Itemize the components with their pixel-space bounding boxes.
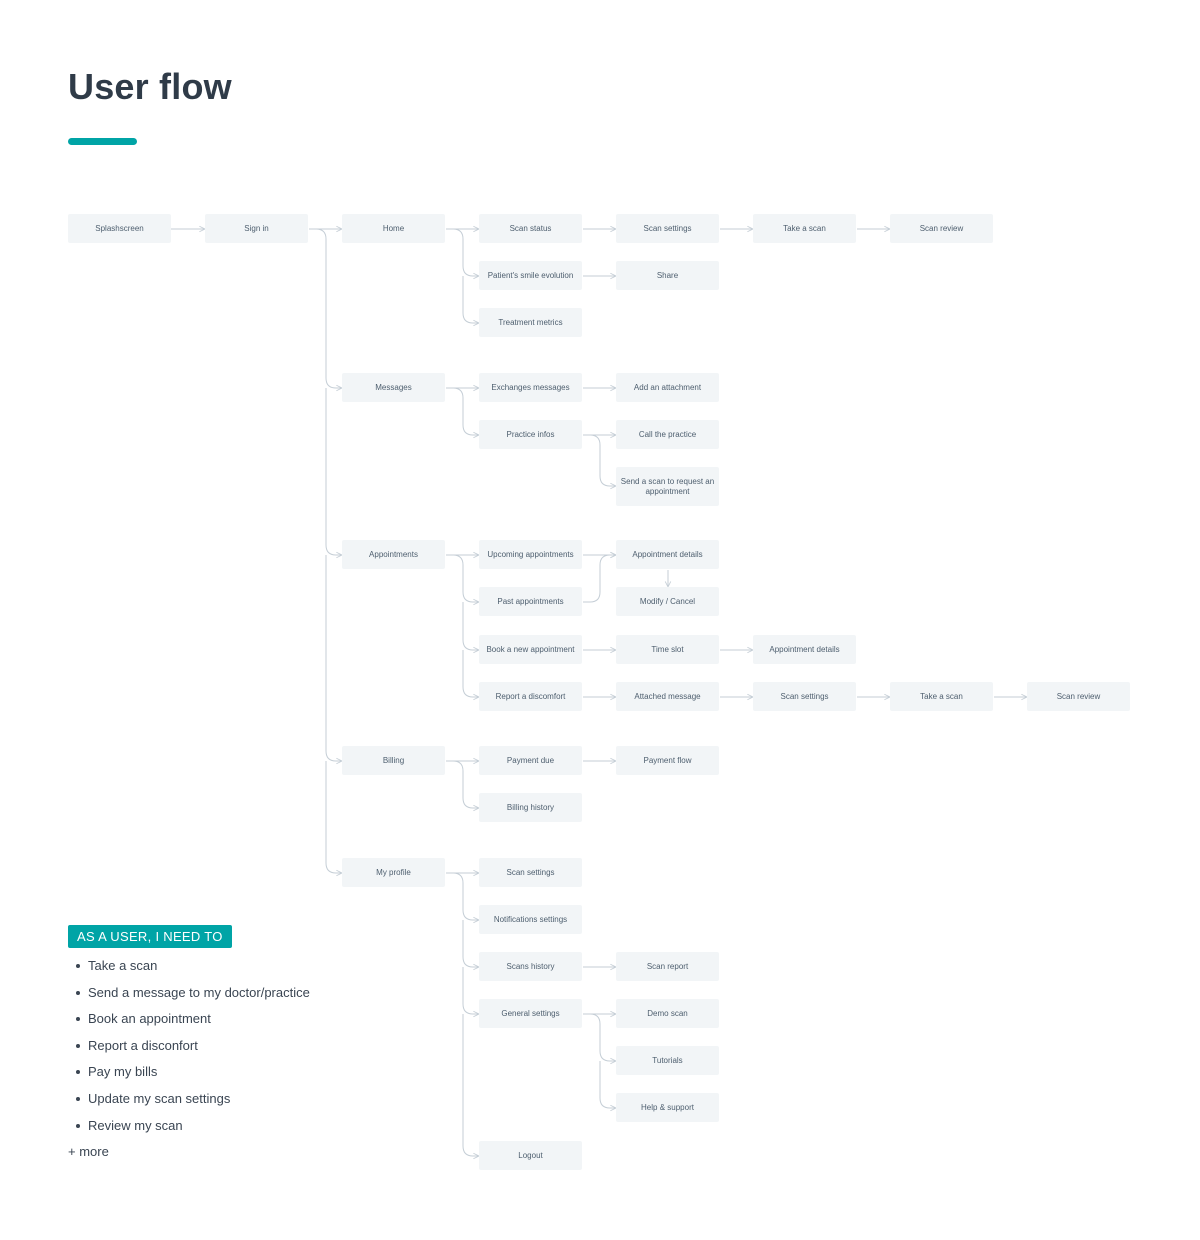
list-item: Review my scan (68, 1117, 310, 1144)
node-discomfort-take-scan: Take a scan (890, 682, 993, 711)
node-my-profile: My profile (342, 858, 445, 887)
node-appointment-details-2: Appointment details (753, 635, 856, 664)
node-billing-history: Billing history (479, 793, 582, 822)
node-report-discomfort: Report a discomfort (479, 682, 582, 711)
list-item: Book an appointment (68, 1010, 310, 1037)
node-smile-evolution: Patient's smile evolution (479, 261, 582, 290)
node-upcoming-appointments: Upcoming appointments (479, 540, 582, 569)
edge-profile-logout (462, 1014, 479, 1156)
node-notifications-settings: Notifications settings (479, 905, 582, 934)
node-messages: Messages (342, 373, 445, 402)
node-exchanges-messages: Exchanges messages (479, 373, 582, 402)
edge-home-smile (446, 228, 479, 276)
node-treatment-metrics: Treatment metrics (479, 308, 582, 337)
node-add-attachment: Add an attachment (616, 373, 719, 402)
node-scans-history: Scans history (479, 952, 582, 981)
edge-billing-history (446, 760, 479, 808)
node-scan-report: Scan report (616, 952, 719, 981)
edge-home-metrics (462, 276, 479, 323)
node-tutorials: Tutorials (616, 1046, 719, 1075)
list-item: Take a scan (68, 957, 310, 984)
node-discomfort-scan-review: Scan review (1027, 682, 1130, 711)
edge-profile-notifications (446, 872, 479, 920)
more-link: + more (68, 1144, 109, 1160)
node-modify-cancel: Modify / Cancel (616, 587, 719, 616)
node-home-scan-settings: Scan settings (616, 214, 719, 243)
list-item: Report a disconfort (68, 1037, 310, 1064)
edge-signin-messages (309, 228, 342, 388)
node-sign-in: Sign in (205, 214, 308, 243)
node-logout: Logout (479, 1141, 582, 1170)
node-book-appointment: Book a new appointment (479, 635, 582, 664)
node-payment-due: Payment due (479, 746, 582, 775)
node-splashscreen: Splashscreen (68, 214, 171, 243)
edge-past-details (583, 555, 616, 603)
edge-signin-billing (325, 555, 342, 761)
node-practice-infos: Practice infos (479, 420, 582, 449)
node-appointment-details: Appointment details (616, 540, 719, 569)
node-profile-scan-settings: Scan settings (479, 858, 582, 887)
node-payment-flow: Payment flow (616, 746, 719, 775)
node-appointments: Appointments (342, 540, 445, 569)
node-home-scan-review: Scan review (890, 214, 993, 243)
edge-signin-appointments (325, 388, 342, 555)
user-needs-list: Take a scan Send a message to my doctor/… (68, 957, 310, 1143)
list-item: Send a message to my doctor/practice (68, 984, 310, 1011)
edge-general-help (599, 1061, 616, 1108)
edge-general-tutorials (583, 1013, 616, 1061)
node-help-support: Help & support (616, 1093, 719, 1122)
edge-appts-report (462, 650, 479, 697)
node-billing: Billing (342, 746, 445, 775)
node-share: Share (616, 261, 719, 290)
node-time-slot: Time slot (616, 635, 719, 664)
node-home: Home (342, 214, 445, 243)
user-needs-panel: AS A USER, I NEED TO Take a scan Send a … (68, 925, 310, 1161)
node-past-appointments: Past appointments (479, 587, 582, 616)
edge-practice-sendscan (583, 434, 616, 486)
edge-profile-general (462, 967, 479, 1014)
node-home-take-scan: Take a scan (753, 214, 856, 243)
node-demo-scan: Demo scan (616, 999, 719, 1028)
node-attached-message: Attached message (616, 682, 719, 711)
edge-appts-past (446, 554, 479, 602)
node-call-practice: Call the practice (616, 420, 719, 449)
edge-appts-book (462, 602, 479, 650)
user-needs-badge: AS A USER, I NEED TO (68, 925, 232, 948)
node-scan-status: Scan status (479, 214, 582, 243)
list-item: Update my scan settings (68, 1090, 310, 1117)
edge-signin-profile (325, 761, 342, 873)
list-item: Pay my bills (68, 1063, 310, 1090)
edge-profile-scanshistory (462, 920, 479, 967)
node-general-settings: General settings (479, 999, 582, 1028)
edge-messages-practice (446, 387, 479, 435)
node-send-scan-request: Send a scan to request an appointment (616, 467, 719, 506)
node-discomfort-scan-settings: Scan settings (753, 682, 856, 711)
